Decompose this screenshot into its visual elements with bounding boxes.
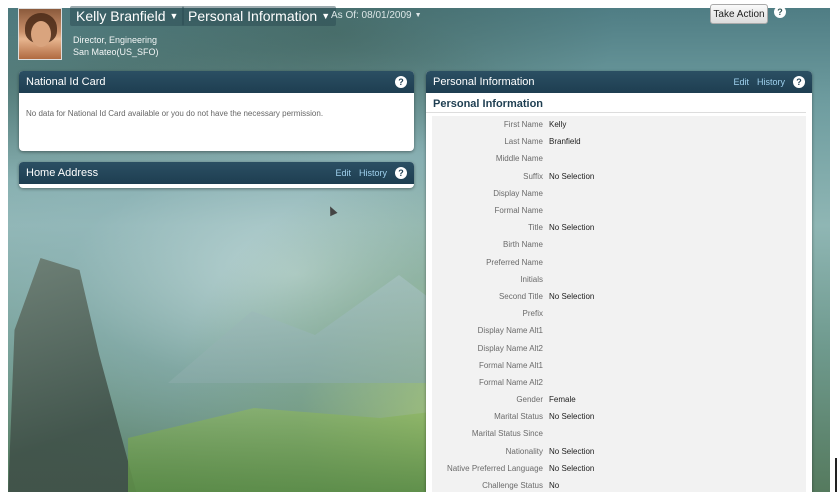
field-row: Middle Name [432, 150, 806, 167]
help-icon[interactable]: ? [793, 76, 805, 88]
chevron-down-icon: ▼ [414, 12, 422, 19]
panel-header: National Id Card ? [19, 71, 414, 93]
panel-title: Personal Information [433, 76, 535, 88]
field-row: Marital Status No Selection [432, 408, 806, 425]
field-row: Display Name Alt1 [432, 322, 806, 339]
personal-information-panel: Personal Information Edit History ? Pers… [426, 71, 812, 492]
chevron-down-icon: ▼ [169, 11, 179, 21]
field-label: Gender [516, 395, 543, 405]
field-label: Nationality [505, 446, 543, 456]
job-title: Director, Engineering [73, 35, 158, 45]
field-value: Female [549, 395, 576, 405]
field-label: Formal Name Alt1 [478, 360, 543, 370]
field-value: No Selection [549, 446, 595, 456]
section-dropdown[interactable]: Personal Information ▼ [182, 6, 337, 26]
field-label: Middle Name [495, 154, 543, 164]
field-label: Marital Status [494, 412, 543, 422]
chevron-down-icon: ▼ [321, 11, 331, 21]
field-row: Formal Name Alt1 [432, 357, 806, 374]
take-action-button[interactable]: Take Action [710, 4, 768, 24]
field-row: Prefix [432, 305, 806, 322]
field-label: Suffix [523, 171, 543, 181]
field-list: First Name Kelly Last Name Branfield Middle … [432, 116, 806, 492]
panel-title: National Id Card [26, 76, 106, 88]
help-icon[interactable]: ? [395, 76, 407, 88]
field-row: Challenge Status No [432, 477, 806, 492]
as-of-date-dropdown[interactable]: As Of: 08/01/2009 ▼ [331, 10, 422, 21]
field-row: Display Name [432, 185, 806, 202]
employee-name: Kelly Branfield [76, 8, 166, 24]
location: San Mateo(US_SFO) [73, 47, 159, 57]
edit-link[interactable]: Edit [733, 77, 749, 87]
home-address-panel: Home Address Edit History ? [19, 162, 414, 188]
field-row: Second Title No Selection [432, 288, 806, 305]
field-row: Title No Selection [432, 219, 806, 236]
panel-title: Home Address [26, 167, 99, 179]
panel-header: Home Address Edit History ? [19, 162, 414, 184]
field-value: No Selection [549, 412, 595, 422]
field-row: Gender Female [432, 391, 806, 408]
field-row: Display Name Alt2 [432, 339, 806, 356]
national-id-card-panel: National Id Card ? No data for National … [19, 71, 414, 151]
field-value: No Selection [549, 291, 595, 301]
edit-link[interactable]: Edit [335, 168, 351, 178]
field-row: Marital Status Since [432, 425, 806, 442]
field-label: Challenge Status [482, 481, 543, 491]
field-label: Preferred Name [486, 257, 543, 267]
field-value: Branfield [549, 137, 581, 147]
field-value: Kelly [549, 120, 567, 130]
field-row: Birth Name [432, 236, 806, 253]
field-label: First Name [503, 120, 543, 130]
field-label: Title [528, 223, 543, 233]
help-icon[interactable]: ? [774, 6, 786, 18]
field-row: Suffix No Selection [432, 168, 806, 185]
history-link[interactable]: History [757, 77, 785, 87]
as-of-date: As Of: 08/01/2009 [331, 10, 412, 21]
field-value: No Selection [549, 463, 595, 473]
field-label: Birth Name [502, 240, 543, 250]
field-row: Formal Name [432, 202, 806, 219]
field-value: No Selection [549, 223, 595, 233]
help-icon[interactable]: ? [395, 167, 407, 179]
field-label: Formal Name [494, 206, 543, 216]
section-name: Personal Information [188, 8, 318, 24]
employee-name-dropdown[interactable]: Kelly Branfield ▼ [70, 6, 185, 26]
field-label: Display Name Alt1 [477, 326, 543, 336]
field-label: Native Preferred Language [446, 463, 543, 473]
field-label: Marital Status Since [471, 429, 543, 439]
employee-details: Director, Engineering San Mateo(US_SFO) [73, 34, 159, 58]
field-row: Native Preferred Language No Selection [432, 460, 806, 477]
panel-header: Personal Information Edit History ? [426, 71, 812, 93]
avatar[interactable] [18, 8, 62, 60]
field-value: No Selection [549, 171, 595, 181]
field-label: Second Title [498, 291, 543, 301]
section-title: Personal Information [426, 93, 806, 113]
field-label: Last Name [504, 137, 543, 147]
field-row: Preferred Name [432, 254, 806, 271]
field-row: Initials [432, 271, 806, 288]
field-label: Initials [520, 274, 543, 284]
field-value: No [549, 481, 560, 491]
field-label: Formal Name Alt2 [478, 377, 543, 387]
no-data-message: No data for National Id Card available o… [26, 109, 324, 118]
field-label: Display Name Alt2 [477, 343, 543, 353]
field-row: Formal Name Alt2 [432, 374, 806, 391]
field-row: First Name Kelly [432, 116, 806, 133]
history-link[interactable]: History [359, 168, 387, 178]
field-label: Display Name [493, 188, 543, 198]
field-label: Prefix [522, 309, 543, 319]
field-row: Last Name Branfield [432, 133, 806, 150]
field-row: Nationality No Selection [432, 443, 806, 460]
